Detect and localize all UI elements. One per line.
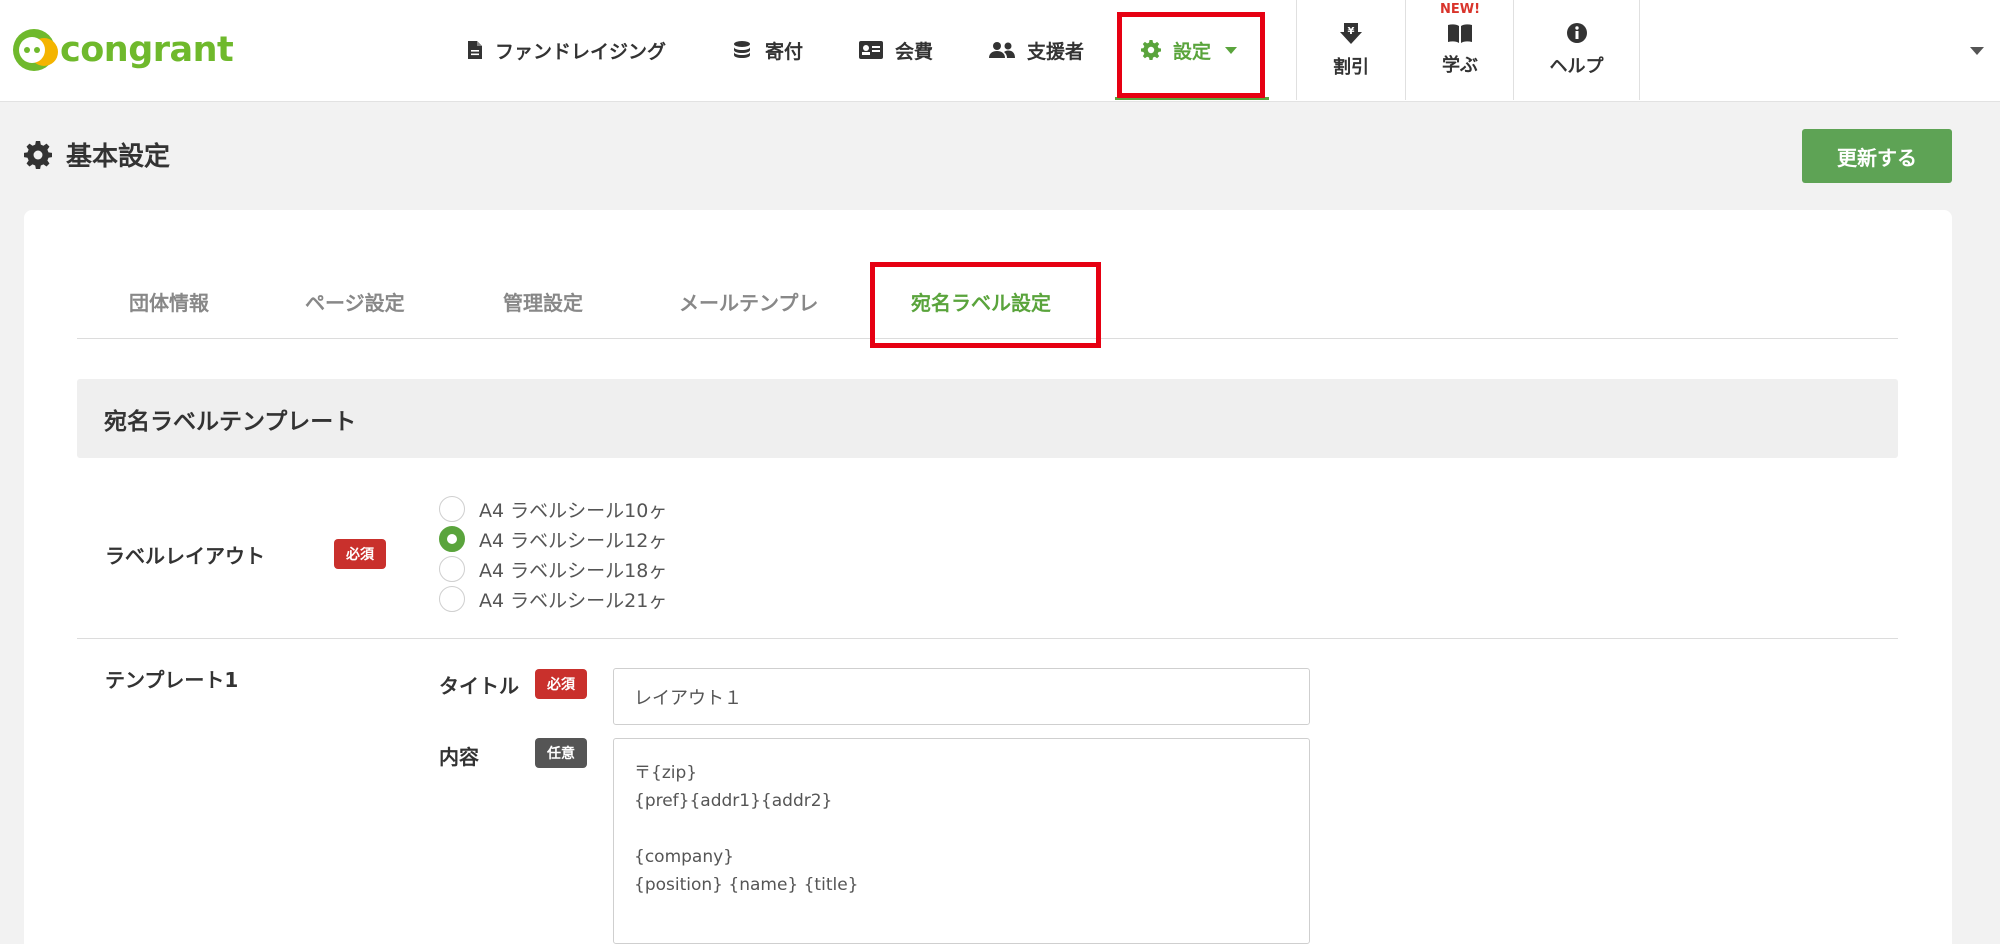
nav-help[interactable]: ヘルプ (1514, 0, 1639, 100)
nav-learn-label: 学ぶ (1442, 55, 1478, 76)
update-button[interactable]: 更新する (1802, 129, 1952, 183)
nav-supporters-label: 支援者 (1027, 40, 1085, 63)
gear-icon (24, 140, 52, 169)
nav-help-label: ヘルプ (1549, 56, 1604, 77)
coins-icon (734, 41, 750, 58)
tab-address-label-settings[interactable]: 宛名ラベル設定 (911, 265, 1051, 337)
nav-settings-label: 設定 (1173, 40, 1212, 63)
nav-membership-label: 会費 (895, 40, 934, 63)
tab-admin-settings[interactable]: 管理設定 (503, 265, 583, 337)
yen-down-icon: ¥ (1340, 23, 1362, 44)
chevron-down-icon (1225, 46, 1238, 54)
id-card-icon (859, 41, 883, 59)
logo-text: congrant (60, 30, 234, 70)
radio-option-a4-21[interactable]: A4 ラベルシール21ヶ (439, 584, 667, 614)
nav-donation[interactable]: 寄付 (731, 0, 803, 100)
document-icon (468, 41, 482, 59)
radio-option-label: A4 ラベルシール21ヶ (479, 589, 668, 612)
account-menu-chevron-icon[interactable] (1970, 47, 1984, 55)
info-icon (1566, 23, 1587, 43)
template-1-label: テンプレート1 (105, 668, 239, 692)
section-heading: 宛名ラベルテンプレート (77, 379, 1898, 458)
nav-donation-label: 寄付 (765, 40, 804, 63)
nav-divider (1639, 0, 1640, 100)
page-title: 基本設定 (24, 136, 170, 173)
textarea-line: 〒{zip} (634, 763, 698, 783)
template-title-input[interactable] (613, 668, 1310, 725)
svg-text:¥: ¥ (1348, 26, 1355, 37)
radio-button[interactable] (439, 556, 465, 582)
congrant-logo-icon (10, 26, 58, 74)
top-navigation-bar: congrant ファンドレイジング 寄付 会費 支援者 設定 ¥ 割引 NEW… (0, 0, 2000, 102)
nav-learn[interactable]: NEW! 学ぶ (1406, 0, 1514, 100)
nav-settings[interactable]: 設定 (1115, 0, 1269, 100)
active-nav-underline (1115, 97, 1269, 100)
page-title-text: 基本設定 (66, 142, 171, 172)
radio-option-label: A4 ラベルシール12ヶ (479, 529, 668, 552)
radio-option-label: A4 ラベルシール10ヶ (479, 499, 668, 522)
textarea-line (634, 815, 1289, 843)
template-content-textarea[interactable]: 〒{zip} {pref}{addr1}{addr2} {company} {p… (613, 738, 1310, 944)
textarea-line: {pref}{addr1}{addr2} (634, 791, 833, 811)
row-divider (77, 638, 1898, 639)
label-layout-label: ラベルレイアウト (105, 544, 265, 568)
content-field-label: 内容 (439, 745, 479, 769)
nav-discount-label: 割引 (1333, 57, 1369, 78)
optional-badge: 任意 (535, 738, 587, 768)
nav-membership[interactable]: 会費 (859, 0, 933, 100)
settings-tabs: 団体情報 ページ設定 管理設定 メールテンプレ 宛名ラベル設定 (77, 265, 1898, 339)
radio-option-label: A4 ラベルシール18ヶ (479, 559, 668, 582)
radio-option-a4-10[interactable]: A4 ラベルシール10ヶ (439, 494, 667, 524)
textarea-line: {company} (634, 847, 734, 867)
required-badge: 必須 (334, 539, 386, 569)
title-field-label: タイトル (439, 674, 519, 698)
section-heading-text: 宛名ラベルテンプレート (104, 408, 357, 435)
label-layout-radio-group: A4 ラベルシール10ヶ A4 ラベルシール12ヶ A4 ラベルシール18ヶ A… (439, 494, 667, 614)
nav-supporters[interactable]: 支援者 (989, 0, 1084, 100)
nav-discount[interactable]: ¥ 割引 (1297, 0, 1405, 100)
radio-option-a4-12[interactable]: A4 ラベルシール12ヶ (439, 524, 667, 554)
gear-icon (1141, 40, 1161, 60)
required-badge: 必須 (535, 669, 587, 699)
textarea-line: {position} {name} {title} (634, 875, 859, 895)
radio-button[interactable] (439, 496, 465, 522)
new-badge: NEW! (1439, 2, 1481, 17)
tab-page-settings[interactable]: ページ設定 (305, 265, 405, 337)
tab-mail-template[interactable]: メールテンプレ (679, 265, 818, 337)
nav-fundraising-label: ファンドレイジング (495, 40, 667, 63)
users-icon (989, 42, 1015, 58)
nav-fundraising[interactable]: ファンドレイジング (467, 0, 666, 100)
radio-option-a4-18[interactable]: A4 ラベルシール18ヶ (439, 554, 667, 584)
radio-button-checked[interactable] (439, 526, 465, 552)
radio-button[interactable] (439, 586, 465, 612)
tab-organization-info[interactable]: 団体情報 (129, 265, 209, 337)
book-icon (1448, 24, 1472, 43)
congrant-logo[interactable]: congrant (10, 26, 234, 74)
